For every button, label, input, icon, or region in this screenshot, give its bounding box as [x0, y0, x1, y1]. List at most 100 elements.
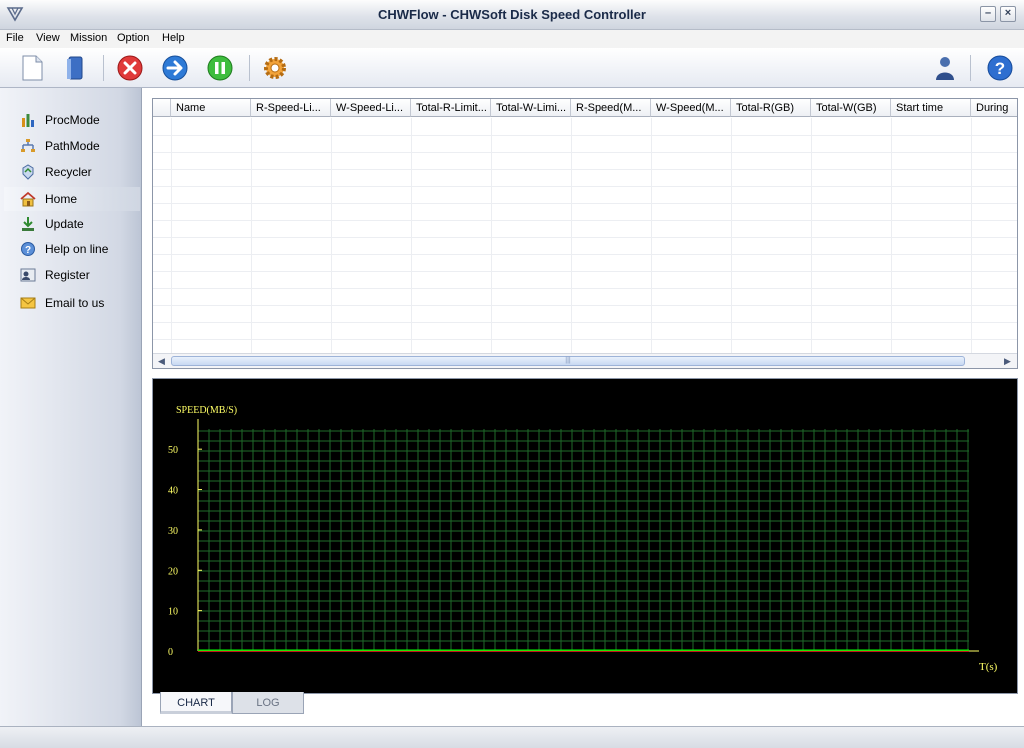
chart-y-tick-label: 20 — [168, 566, 178, 577]
sidebar-item-label: Home — [45, 192, 78, 206]
envelope-icon — [20, 297, 36, 309]
chart-y-tick-label: 30 — [168, 526, 178, 537]
speed-chart-svg: 0 10 20 30 40 50 SPEED(MB/S) T(s) — [168, 405, 998, 673]
table-grid-line — [153, 254, 1017, 255]
table-grid-line — [153, 186, 1017, 187]
column-header-total-w-limit[interactable]: Total-W-Limi... — [491, 99, 571, 117]
status-bar — [0, 726, 1024, 748]
table-grid-line — [651, 118, 652, 353]
chart-y-tick-label: 40 — [168, 486, 178, 497]
column-header-total-r[interactable]: Total-R(GB) — [731, 99, 811, 117]
table-grid-line — [153, 271, 1017, 272]
close-button[interactable]: × — [1000, 6, 1016, 22]
sidebar-item-recycler[interactable]: Recycler — [4, 160, 140, 184]
column-header-name[interactable]: Name — [171, 99, 251, 117]
table-grid-line — [153, 135, 1017, 136]
table-grid-line — [251, 118, 252, 353]
toolbar-separator — [103, 55, 104, 81]
table-grid-line — [971, 118, 972, 353]
download-icon — [22, 217, 34, 231]
column-header-r-speed-limit[interactable]: R-Speed-Li... — [251, 99, 331, 117]
view-tabs: CHART LOG — [152, 692, 1018, 720]
sidebar: ProcMode PathMode Recycler Home Update ?… — [0, 88, 142, 726]
column-header-w-speed[interactable]: W-Speed(M... — [651, 99, 731, 117]
menu-bar: File View Mission Option Help — [0, 30, 1024, 48]
sidebar-item-label: Update — [45, 217, 84, 231]
title-bar: CHWFlow - CHWSoft Disk Speed Controller … — [0, 0, 1024, 30]
table-grid-line — [491, 118, 492, 353]
table-grid-line — [411, 118, 412, 353]
user-icon[interactable] — [930, 53, 960, 83]
sidebar-item-label: Help on line — [45, 242, 109, 256]
tab-log[interactable]: LOG — [232, 692, 304, 714]
sidebar-item-help-on-line[interactable]: ? Help on line — [4, 237, 140, 261]
table-grid-line — [153, 339, 1017, 340]
menu-help[interactable]: Help — [162, 32, 185, 44]
column-header-total-w[interactable]: Total-W(GB) — [811, 99, 891, 117]
svg-text:?: ? — [995, 59, 1005, 78]
sidebar-item-procmode[interactable]: ProcMode — [4, 108, 140, 132]
horizontal-scrollbar[interactable]: ◀ ||| ▶ — [153, 353, 1017, 368]
column-header-during[interactable]: During — [971, 99, 1017, 117]
minimize-button[interactable]: – — [980, 6, 996, 22]
sidebar-item-register[interactable]: Register — [4, 263, 140, 287]
table-grid-line — [153, 288, 1017, 289]
tab-chart[interactable]: CHART — [160, 692, 232, 714]
table-grid-line — [153, 305, 1017, 306]
chart-y-tick-label: 10 — [168, 607, 178, 618]
start-arrow-icon[interactable] — [160, 53, 190, 83]
sidebar-item-update[interactable]: Update — [4, 212, 140, 236]
table-grid-line — [153, 169, 1017, 170]
column-header-r-speed[interactable]: R-Speed(M... — [571, 99, 651, 117]
window-title: CHWFlow - CHWSoft Disk Speed Controller — [378, 7, 646, 22]
menu-file[interactable]: File — [6, 32, 24, 44]
help-icon[interactable]: ? — [985, 53, 1015, 83]
table-grid-line — [811, 118, 812, 353]
scroll-right-arrow-icon[interactable]: ▶ — [1000, 355, 1015, 368]
table-grid-line — [153, 152, 1017, 153]
table-grid-line — [731, 118, 732, 353]
new-document-icon[interactable] — [17, 53, 47, 83]
scroll-thumb[interactable]: ||| — [171, 356, 965, 366]
toolbar-separator — [249, 55, 250, 81]
stop-icon[interactable] — [115, 53, 145, 83]
column-header-total-r-limit[interactable]: Total-R-Limit... — [411, 99, 491, 117]
help-circle-icon: ? — [21, 242, 35, 256]
toolbar-separator — [970, 55, 971, 81]
table-grid-line — [331, 118, 332, 353]
menu-view[interactable]: View — [36, 32, 60, 44]
bar-chart-icon — [22, 114, 34, 127]
chart-y-axis-label: SPEED(MB/S) — [176, 405, 237, 416]
scroll-thumb-grip: ||| — [565, 357, 571, 364]
table-grid-line — [891, 118, 892, 353]
sidebar-item-label: PathMode — [45, 139, 100, 153]
recycle-icon — [22, 164, 34, 180]
scroll-left-arrow-icon[interactable]: ◀ — [154, 355, 169, 368]
column-header-row-indicator — [153, 99, 171, 117]
column-header-w-speed-limit[interactable]: W-Speed-Li... — [331, 99, 411, 117]
task-table[interactable]: Name R-Speed-Li... W-Speed-Li... Total-R… — [152, 98, 1018, 369]
sidebar-item-pathmode[interactable]: PathMode — [4, 134, 140, 158]
chart-y-tick-label: 0 — [168, 647, 173, 658]
settings-gear-icon[interactable] — [260, 53, 290, 83]
sidebar-item-label: Recycler — [45, 165, 92, 179]
column-header-start-time[interactable]: Start time — [891, 99, 971, 117]
sidebar-item-label: Email to us — [45, 296, 105, 310]
chart-y-tick-label: 50 — [168, 445, 178, 456]
svg-text:?: ? — [25, 245, 31, 256]
table-grid-line — [153, 322, 1017, 323]
path-icon — [21, 139, 35, 152]
home-icon — [20, 191, 36, 207]
menu-mission[interactable]: Mission — [70, 32, 107, 44]
sidebar-item-email-to-us[interactable]: Email to us — [4, 291, 140, 315]
open-book-icon[interactable] — [60, 53, 90, 83]
menu-option[interactable]: Option — [117, 32, 149, 44]
register-icon — [20, 268, 36, 282]
sidebar-item-label: Register — [45, 268, 90, 282]
pause-icon[interactable] — [205, 53, 235, 83]
speed-chart: 0 10 20 30 40 50 SPEED(MB/S) T(s) — [152, 378, 1018, 694]
table-grid-line — [171, 118, 172, 353]
table-grid-line — [153, 237, 1017, 238]
sidebar-item-home[interactable]: Home — [4, 187, 140, 211]
table-grid-line — [571, 118, 572, 353]
